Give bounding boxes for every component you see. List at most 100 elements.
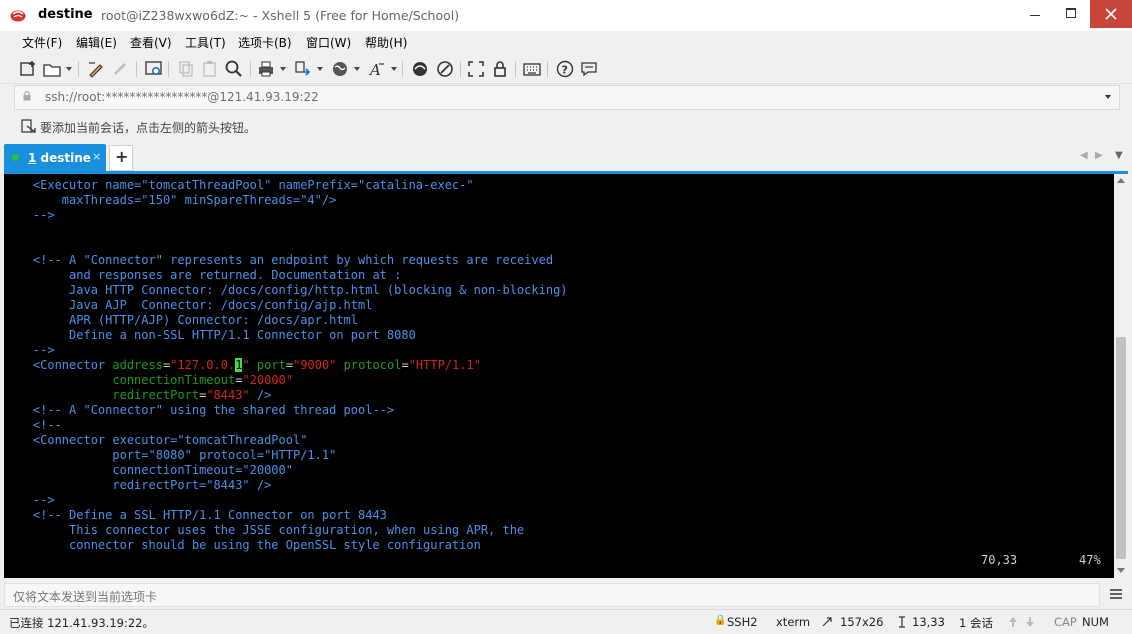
vim-cursor-position: 70,33 — [981, 553, 1018, 567]
new-session-icon — [20, 61, 35, 76]
font-dropdown-caret[interactable] — [391, 67, 397, 71]
printer-icon — [259, 61, 273, 77]
session-count: 1 会话 — [959, 616, 993, 630]
status-bar: 已连接 121.41.93.19:22。 🔒 SSH2 xterm 157x26… — [0, 609, 1132, 634]
menu-tools[interactable]: 工具(T) — [185, 34, 226, 51]
tab-list-icon[interactable]: ▼ — [1115, 150, 1123, 161]
xftp-icon — [413, 62, 427, 76]
terminal-line: Define a non-SSL HTTP/1.1 Connector on p… — [4, 328, 416, 342]
scroll-down-status-icon[interactable] — [1025, 616, 1035, 628]
chat-button[interactable] — [579, 59, 599, 79]
add-session-arrow-icon[interactable] — [21, 118, 37, 134]
menu-bar: 文件(F) 编辑(E) 查看(V) 工具(T) 选项卡(B) 窗口(W) 帮助(… — [0, 31, 1132, 53]
copy-button[interactable] — [176, 59, 196, 79]
close-icon — [1105, 8, 1117, 20]
transfer-icon — [295, 61, 311, 76]
lock-button[interactable] — [490, 59, 510, 79]
close-window-button[interactable] — [1090, 0, 1132, 28]
address-input[interactable]: ssh://root:*****************@121.41.93.1… — [45, 90, 319, 104]
connector-line-redirect: redirectPort="8443" /> — [112, 388, 272, 402]
font-button[interactable]: A — [367, 59, 387, 79]
open-dropdown-caret[interactable] — [66, 67, 72, 71]
new-tab-button[interactable]: + — [109, 145, 133, 171]
xmanager-button[interactable] — [435, 59, 455, 79]
tab-scroll-right-icon[interactable]: ▶ — [1095, 150, 1103, 161]
menu-tabs[interactable]: 选项卡(B) — [238, 34, 292, 51]
menu-file[interactable]: 文件(F) — [22, 34, 62, 51]
print-dropdown-caret[interactable] — [280, 67, 286, 71]
new-session-button[interactable] — [18, 59, 38, 79]
web-button[interactable] — [330, 59, 350, 79]
scroll-down-arrow-icon[interactable] — [1117, 568, 1125, 573]
address-bar[interactable]: ssh://root:*****************@121.41.93.1… — [14, 85, 1120, 110]
minimize-button[interactable] — [1020, 0, 1050, 28]
menu-view[interactable]: 查看(V) — [130, 34, 172, 51]
transfer-button[interactable] — [293, 59, 313, 79]
scroll-up-arrow-icon[interactable] — [1117, 178, 1125, 183]
pencil-icon — [89, 62, 103, 78]
scroll-up-status-icon[interactable] — [1008, 616, 1018, 628]
hint-text: 要添加当前会话，点击左侧的箭头按钮。 — [40, 121, 257, 135]
protocol-label: SSH2 — [727, 615, 758, 629]
terminal-line: <!-- A "Connector" represents an endpoin… — [4, 253, 554, 267]
terminal-line: connectionTimeout="20000" — [4, 463, 293, 477]
copy-icon — [179, 61, 193, 77]
fullscreen-button[interactable] — [466, 59, 486, 79]
session-hint-bar: 要添加当前会话，点击左侧的箭头按钮。 — [0, 114, 1132, 138]
tab-bar: 1 destine × + ◀ ▶ ▼ — [0, 144, 1132, 171]
plug-icon — [114, 63, 126, 75]
terminal-line: connector should be using the OpenSSL st… — [4, 538, 481, 552]
send-text-placeholder: 仅将文本发送到当前选项卡 — [13, 590, 158, 604]
globe-icon — [333, 62, 347, 76]
connection-status: 已连接 121.41.93.19:22。 — [9, 616, 154, 630]
tab-scroll-left-icon[interactable]: ◀ — [1080, 150, 1088, 161]
print-button[interactable] — [256, 59, 276, 79]
transfer-dropdown-caret[interactable] — [317, 67, 323, 71]
font-icon: A — [368, 61, 384, 79]
xftp-button[interactable] — [410, 59, 430, 79]
connector-line-timeout: connectionTimeout="20000" — [112, 373, 294, 387]
terminal-line: <!-- — [4, 418, 62, 432]
tab-close-icon[interactable]: × — [92, 150, 101, 163]
terminal-line: <Executor name="tomcatThreadPool" namePr… — [4, 178, 474, 192]
settings-window-icon — [145, 61, 162, 76]
terminal-screen[interactable]: <Executor name="tomcatThreadPool" namePr… — [4, 174, 1114, 578]
lock-icon — [494, 61, 506, 77]
terminal-line: --> — [4, 343, 55, 357]
menu-help[interactable]: 帮助(H) — [365, 34, 407, 51]
paste-button[interactable] — [200, 59, 220, 79]
toolbar: A ? — [0, 55, 1132, 84]
terminal-line: and responses are returned. Documentatio… — [4, 268, 402, 282]
terminal-line: Java HTTP Connector: /docs/config/http.h… — [4, 283, 568, 297]
terminal-scrollbar[interactable] — [1114, 174, 1128, 578]
web-dropdown-caret[interactable] — [354, 67, 360, 71]
disconnect-button[interactable] — [110, 59, 130, 79]
terminal-line: APR (HTTP/AJP) Connector: /docs/apr.html — [4, 313, 359, 327]
menu-edit[interactable]: 编辑(E) — [76, 34, 117, 51]
session-settings-button[interactable] — [144, 59, 164, 79]
tab-destine[interactable]: 1 destine × — [4, 144, 106, 171]
ssh-lock-icon: 🔒 — [714, 615, 727, 626]
send-text-input[interactable]: 仅将文本发送到当前选项卡 — [4, 583, 1100, 607]
help-button[interactable]: ? — [555, 59, 575, 79]
cursor-position-icon — [899, 616, 905, 628]
open-button[interactable] — [42, 59, 62, 79]
menu-window[interactable]: 窗口(W) — [306, 34, 351, 51]
paste-icon — [203, 61, 216, 77]
keyboard-button[interactable] — [522, 59, 542, 79]
maximize-button[interactable] — [1056, 0, 1086, 28]
search-icon — [225, 60, 242, 77]
terminal-line: <!-- A "Connector" using the shared thre… — [4, 403, 395, 417]
hamburger-menu-icon[interactable] — [1110, 589, 1122, 599]
caps-lock-indicator: CAP — [1054, 615, 1077, 629]
terminal-line: maxThreads="150" minSpareThreads="4"/> — [4, 193, 337, 207]
scrollbar-thumb[interactable] — [1116, 337, 1126, 559]
xshell-logo-icon — [10, 10, 26, 22]
properties-button[interactable] — [86, 59, 106, 79]
find-button[interactable] — [224, 59, 244, 79]
address-dropdown-caret[interactable] — [1105, 95, 1111, 99]
terminal-size: 157x26 — [840, 615, 884, 629]
xmanager-icon — [437, 61, 453, 77]
terminal-line: --> — [4, 208, 55, 222]
keyboard-icon — [523, 63, 541, 76]
